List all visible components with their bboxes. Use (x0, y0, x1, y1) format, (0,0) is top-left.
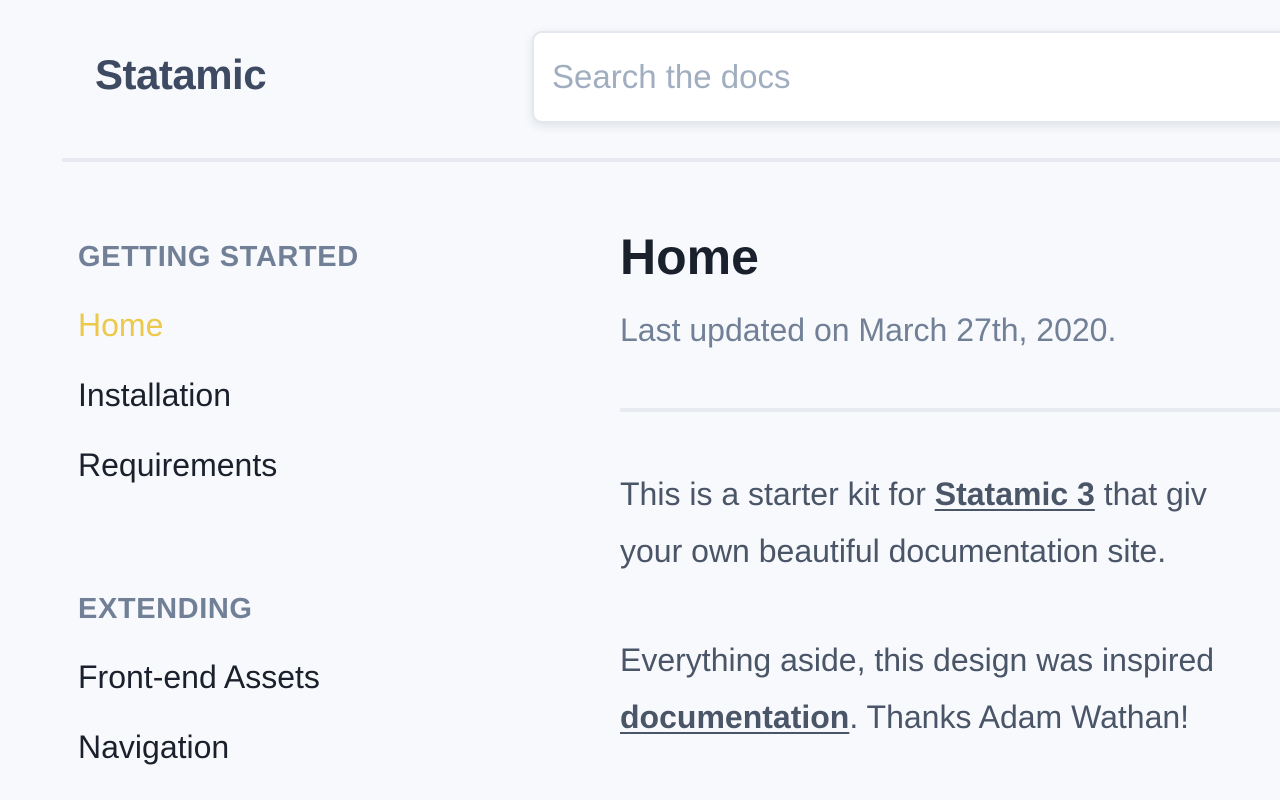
intro-paragraph: This is a starter kit for Statamic 3 tha… (620, 466, 1280, 580)
search-box[interactable] (532, 31, 1280, 123)
intro-text-after-link: that giv (1094, 476, 1207, 512)
sidebar-item-home[interactable]: Home (78, 309, 163, 341)
sidebar-item-installation[interactable]: Installation (78, 379, 231, 411)
sidebar-item-requirements[interactable]: Requirements (78, 449, 277, 481)
intro-text-before-link: This is a starter kit for (620, 476, 935, 512)
header-divider (62, 158, 1280, 162)
credits-text-after-link: . Thanks Adam Wathan! (849, 699, 1190, 735)
content-divider (620, 408, 1280, 412)
page-title: Home (620, 229, 759, 285)
search-input[interactable] (534, 33, 1280, 121)
credits-line-1: Everything aside, this design was inspir… (620, 642, 1215, 678)
statamic-3-link[interactable]: Statamic 3 (935, 476, 1095, 512)
nav-heading-getting-started: GETTING STARTED (78, 241, 359, 273)
credits-paragraph: Everything aside, this design was inspir… (620, 632, 1280, 746)
sidebar-item-front-end-assets[interactable]: Front-end Assets (78, 661, 320, 693)
credits-line-2: documentation. Thanks Adam Wathan! (620, 689, 1280, 746)
sidebar-item-navigation[interactable]: Navigation (78, 731, 229, 763)
intro-line-1: This is a starter kit for Statamic 3 tha… (620, 466, 1280, 523)
documentation-link[interactable]: documentation (620, 699, 849, 735)
intro-line-2: your own beautiful documentation site. (620, 533, 1167, 569)
last-updated: Last updated on March 27th, 2020. (620, 312, 1117, 348)
site-logo[interactable]: Statamic (95, 54, 267, 96)
nav-heading-extending: EXTENDING (78, 593, 253, 625)
